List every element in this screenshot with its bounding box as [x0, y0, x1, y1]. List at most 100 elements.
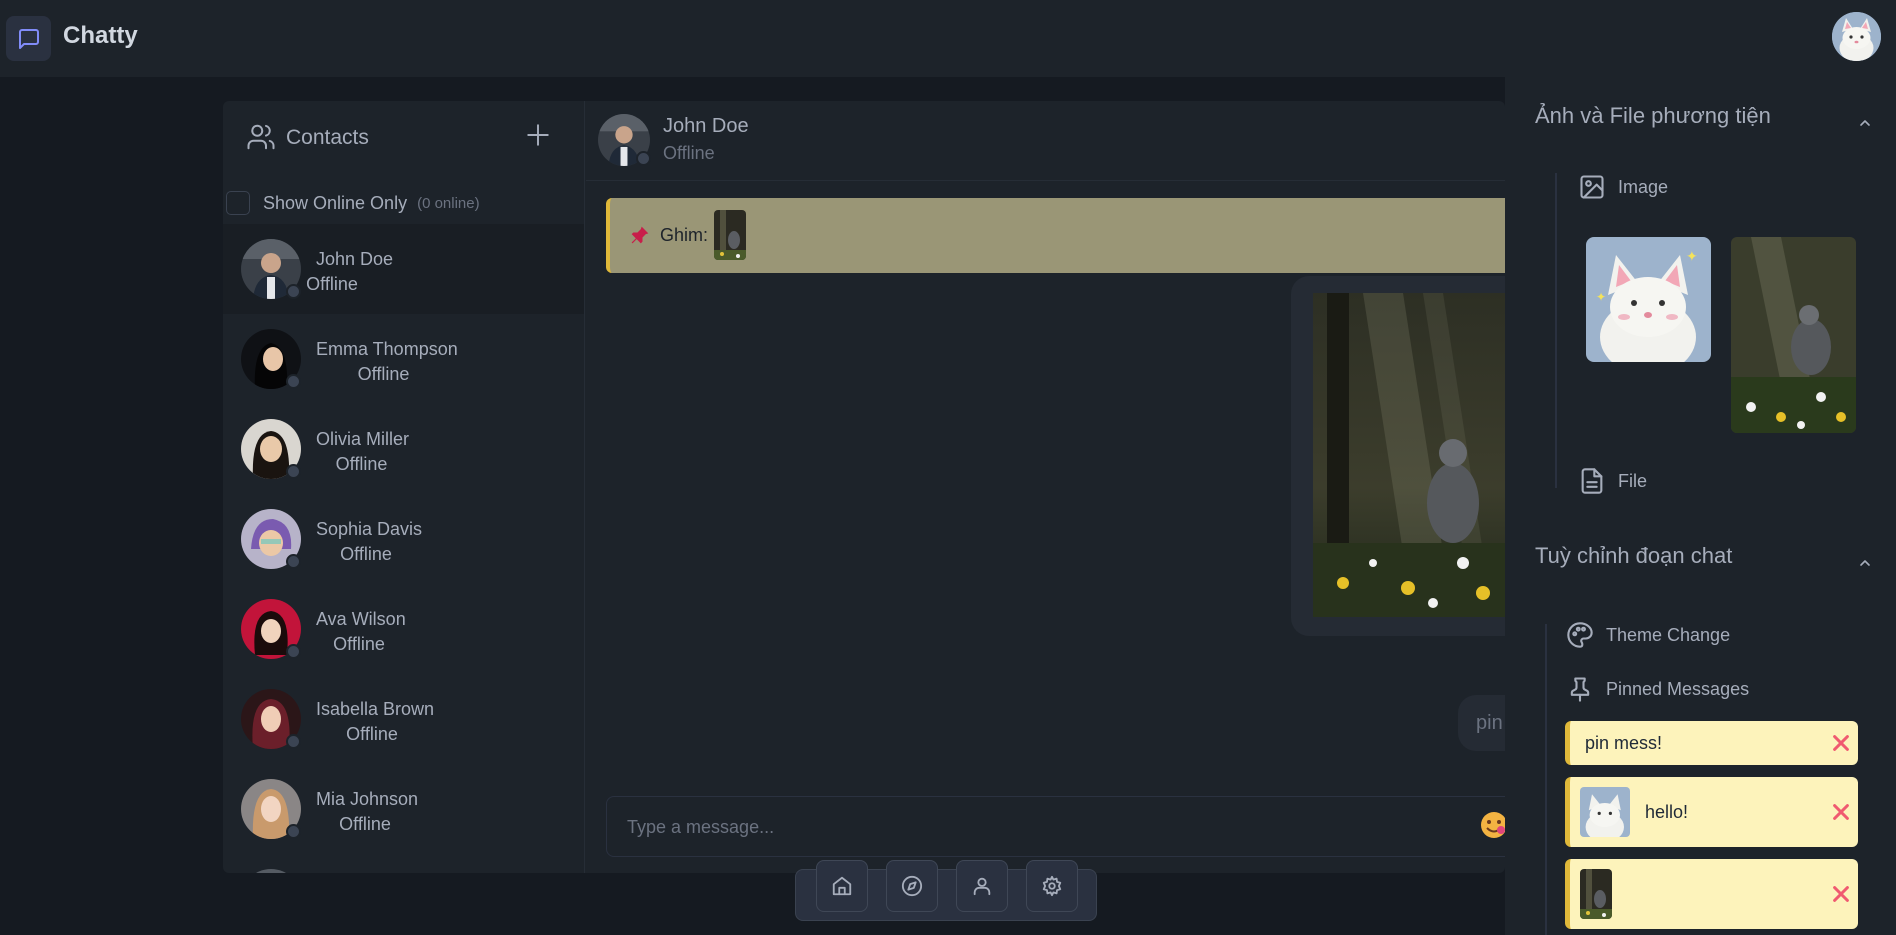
message-input-box: [606, 796, 1505, 857]
file-label: File: [1618, 470, 1648, 491]
theme-change-button[interactable]: Theme Change: [1566, 621, 1730, 649]
chat-area: John Doe Offline Ghim: pin Type a messag…: [586, 101, 1505, 873]
pinned-message-card[interactable]: [1565, 859, 1858, 929]
status-dot: [286, 734, 301, 749]
show-online-label[interactable]: Show Online Only: [263, 193, 407, 214]
settings-button[interactable]: [1026, 860, 1078, 912]
user-icon: [973, 877, 991, 896]
top-bar: Chatty: [0, 0, 1896, 77]
pinned-message-image: [1580, 869, 1612, 919]
message-text: pin: [1476, 712, 1503, 734]
chevron-up-icon[interactable]: [1857, 555, 1873, 571]
contact-name: Sophia Davis: [316, 519, 423, 539]
svg-text:✦: ✦: [1686, 248, 1698, 264]
contact-item[interactable]: Mia Johnson Offline: [223, 764, 584, 854]
explore-button[interactable]: [886, 860, 938, 912]
contact-item[interactable]: Isabella Brown Offline: [223, 674, 584, 764]
compass-icon: [901, 875, 923, 897]
chat-contact-status: Offline: [663, 143, 715, 163]
image-section-toggle[interactable]: Image: [1578, 173, 1668, 201]
pinned-message-bar[interactable]: Ghim:: [606, 198, 1505, 273]
logo-button[interactable]: [6, 16, 51, 61]
pinned-message-card[interactable]: hello!: [1565, 777, 1858, 847]
profile-button[interactable]: [956, 860, 1008, 912]
message-input[interactable]: [627, 813, 1447, 841]
contact-item[interactable]: [223, 854, 584, 873]
profile-avatar[interactable]: [1832, 12, 1881, 61]
contacts-header: Contacts: [223, 101, 584, 173]
status-dot: [286, 824, 301, 839]
bottom-nav: [795, 860, 1097, 921]
contact-status: Offline: [340, 544, 392, 564]
media-image[interactable]: [1731, 237, 1856, 433]
pinned-label: Ghim:: [660, 225, 709, 245]
media-section-title[interactable]: Ảnh và File phương tiện: [1535, 103, 1771, 129]
pinned-message-text: pin mess!: [1585, 733, 1663, 753]
status-dot: [286, 374, 301, 389]
contact-item[interactable]: Olivia Miller Offline: [223, 404, 584, 494]
contact-item[interactable]: Emma Thompson Offline: [223, 314, 584, 404]
contact-name: Emma Thompson: [316, 339, 458, 359]
home-icon: [832, 876, 852, 896]
chat-info-panel: Ảnh và File phương tiện Image ✦ ✦ File Tu…: [1505, 77, 1896, 935]
chat-header: John Doe Offline: [586, 101, 1505, 181]
contact-status: Offline: [339, 814, 391, 834]
emoji-icon: [1481, 812, 1505, 838]
contact-item[interactable]: Ava Wilson Offline: [223, 584, 584, 674]
chat-contact-name: John Doe: [663, 115, 749, 137]
gear-icon: [1042, 875, 1062, 897]
contact-name: John Doe: [316, 249, 394, 269]
pin-icon: [1570, 677, 1590, 702]
home-button[interactable]: [816, 860, 868, 912]
close-icon[interactable]: [1830, 732, 1852, 754]
contact-status: Offline: [333, 634, 385, 654]
contacts-title: Contacts: [286, 126, 369, 149]
show-online-checkbox[interactable]: [226, 191, 250, 215]
pinned-message-text: hello!: [1645, 802, 1689, 822]
contact-name: Ava Wilson: [316, 609, 406, 629]
contact-item[interactable]: John Doe Offline: [223, 224, 584, 314]
status-dot: [636, 151, 651, 166]
pinned-messages-toggle[interactable]: Pinned Messages: [1566, 675, 1749, 703]
palette-icon: [1567, 622, 1593, 648]
status-dot: [286, 644, 301, 659]
close-icon[interactable]: [1830, 883, 1852, 905]
file-icon: [1581, 468, 1603, 494]
pinned-message-card[interactable]: pin mess!: [1565, 721, 1858, 765]
contacts-sidebar: Contacts Show Online Only (0 online) Joh…: [223, 101, 585, 873]
contact-name: Mia Johnson: [316, 789, 419, 809]
contact-item[interactable]: Sophia Davis Offline: [223, 494, 584, 584]
app-title[interactable]: Chatty: [63, 22, 138, 50]
contact-status: Offline: [335, 454, 388, 474]
online-filter: Show Online Only (0 online): [226, 191, 480, 215]
avatar: [241, 869, 301, 873]
message-square-icon: [18, 28, 39, 49]
theme-change-label: Theme Change: [1606, 624, 1731, 645]
media-group-line: [1555, 173, 1557, 488]
image-icon: [1580, 175, 1604, 199]
emoji-button[interactable]: [1479, 810, 1505, 840]
status-dot: [286, 554, 301, 569]
close-icon[interactable]: [1830, 801, 1852, 823]
pinned-messages-label: Pinned Messages: [1606, 678, 1750, 699]
file-section-toggle[interactable]: File: [1578, 467, 1647, 495]
plus-icon: [527, 124, 549, 146]
contact-status: Offline: [346, 724, 398, 744]
add-contact-button[interactable]: [523, 120, 553, 150]
pinned-image-thumbnail[interactable]: [714, 210, 746, 260]
message-image[interactable]: [1313, 293, 1505, 617]
customize-group-line: [1545, 624, 1547, 935]
contact-status: Offline: [306, 274, 358, 294]
customize-section-title[interactable]: Tuỳ chỉnh đoạn chat: [1535, 543, 1732, 569]
pushpin-icon: [631, 226, 649, 244]
users-icon: [247, 124, 275, 150]
contact-name: Olivia Miller: [316, 429, 410, 449]
pinned-message-image: [1580, 787, 1630, 837]
chevron-up-icon[interactable]: [1857, 115, 1873, 131]
status-dot: [286, 464, 301, 479]
online-count: (0 online): [417, 194, 480, 212]
contact-name: Isabella Brown: [316, 699, 435, 719]
contact-status: Offline: [357, 364, 410, 384]
media-image[interactable]: ✦ ✦: [1586, 237, 1711, 362]
main-panel: Contacts Show Online Only (0 online) Joh…: [223, 101, 1505, 873]
